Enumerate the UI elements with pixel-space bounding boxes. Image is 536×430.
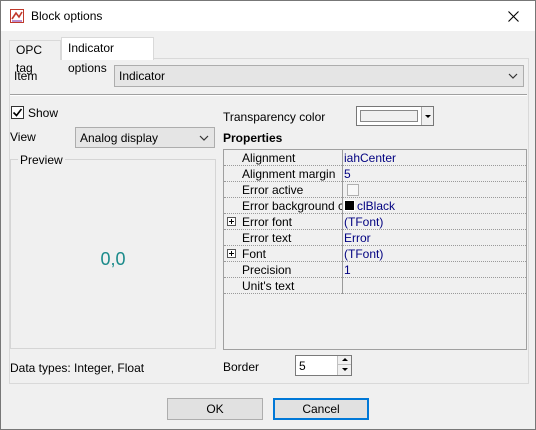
border-spinner[interactable]: 5 <box>295 355 352 376</box>
property-row-alignment-margin[interactable]: Alignment margin 5 <box>224 166 526 182</box>
spin-up-icon[interactable] <box>337 356 351 365</box>
property-value[interactable]: 5 <box>344 167 351 181</box>
close-icon <box>507 10 519 22</box>
column-divider <box>342 230 343 246</box>
block-options-dialog: Block options OPC tag Indicator options … <box>0 0 536 430</box>
property-name: Error font <box>242 215 293 229</box>
border-label: Border <box>223 360 260 374</box>
property-name: Unit's text <box>242 279 295 293</box>
spin-down-icon[interactable] <box>337 365 351 375</box>
item-select-value: Indicator <box>119 69 166 83</box>
tab-indicator-options[interactable]: Indicator options <box>61 37 154 75</box>
column-divider <box>342 214 343 230</box>
view-select[interactable]: Analog display <box>75 127 215 148</box>
property-value[interactable]: iahCenter <box>344 151 396 165</box>
column-divider <box>342 166 343 182</box>
show-checkbox[interactable] <box>11 106 24 119</box>
chevron-down-icon <box>199 135 209 141</box>
property-row-alignment[interactable]: Alignment iahCenter <box>224 150 526 166</box>
transparency-color-picker[interactable] <box>356 106 434 126</box>
property-row-units-text[interactable]: Unit's text <box>224 278 526 294</box>
preview-title: Preview <box>18 153 65 167</box>
block-options-app-icon <box>10 9 24 23</box>
data-types-text: Data types: Integer, Float <box>10 361 145 375</box>
property-name: Error active <box>242 183 304 197</box>
property-row-font[interactable]: Font (TFont) <box>224 246 526 262</box>
color-swatch <box>360 110 418 122</box>
cancel-button[interactable]: Cancel <box>273 398 369 420</box>
error-active-checkbox[interactable] <box>347 184 359 196</box>
column-divider <box>342 150 343 166</box>
preview-value: 0,0 <box>100 249 126 269</box>
property-value: clBlack <box>357 199 396 213</box>
close-button[interactable] <box>491 1 535 31</box>
property-row-error-text[interactable]: Error text Error <box>224 230 526 246</box>
property-name: Error background col <box>242 199 342 213</box>
property-value-color[interactable]: clBlack <box>344 199 395 213</box>
item-label: Item <box>14 69 38 83</box>
property-name: Precision <box>242 263 292 277</box>
column-divider <box>342 278 343 294</box>
expand-plus-icon[interactable] <box>227 217 236 226</box>
ok-button[interactable]: OK <box>167 398 263 420</box>
border-value[interactable]: 5 <box>299 359 306 373</box>
checkmark-icon <box>12 108 23 117</box>
color-swatch-black <box>344 200 355 211</box>
tab-opc-tag[interactable]: OPC tag <box>9 40 61 75</box>
title-bar: Block options <box>1 1 535 31</box>
expand-plus-icon[interactable] <box>227 249 236 258</box>
item-select[interactable]: Indicator <box>114 65 524 87</box>
property-row-error-active[interactable]: Error active <box>224 182 526 198</box>
column-divider <box>342 198 343 214</box>
column-divider <box>342 246 343 262</box>
property-row-error-font[interactable]: Error font (TFont) <box>224 214 526 230</box>
window-title: Block options <box>31 9 103 23</box>
property-name: Font <box>242 247 267 261</box>
property-value[interactable]: 1 <box>344 263 351 277</box>
property-value[interactable]: Error <box>344 231 371 245</box>
property-value[interactable]: (TFont) <box>344 215 383 229</box>
property-row-error-background-color[interactable]: Error background col clBlack <box>224 198 526 214</box>
property-name: Error text <box>242 231 292 245</box>
show-label[interactable]: Show <box>28 106 58 120</box>
dropdown-arrow-icon[interactable] <box>421 107 433 125</box>
property-name: Alignment <box>242 151 296 165</box>
property-value[interactable]: (TFont) <box>344 247 383 261</box>
view-label: View <box>10 130 36 144</box>
column-divider <box>342 262 343 278</box>
transparency-color-label: Transparency color <box>223 110 326 124</box>
properties-heading: Properties <box>223 131 283 145</box>
property-grid: Alignment iahCenter Alignment margin 5 E… <box>223 149 527 350</box>
view-select-value: Analog display <box>80 131 159 145</box>
property-name: Alignment margin <box>242 167 336 181</box>
chevron-down-icon <box>508 73 518 79</box>
separator <box>10 94 527 96</box>
column-divider <box>342 182 343 198</box>
property-row-precision[interactable]: Precision 1 <box>224 262 526 278</box>
